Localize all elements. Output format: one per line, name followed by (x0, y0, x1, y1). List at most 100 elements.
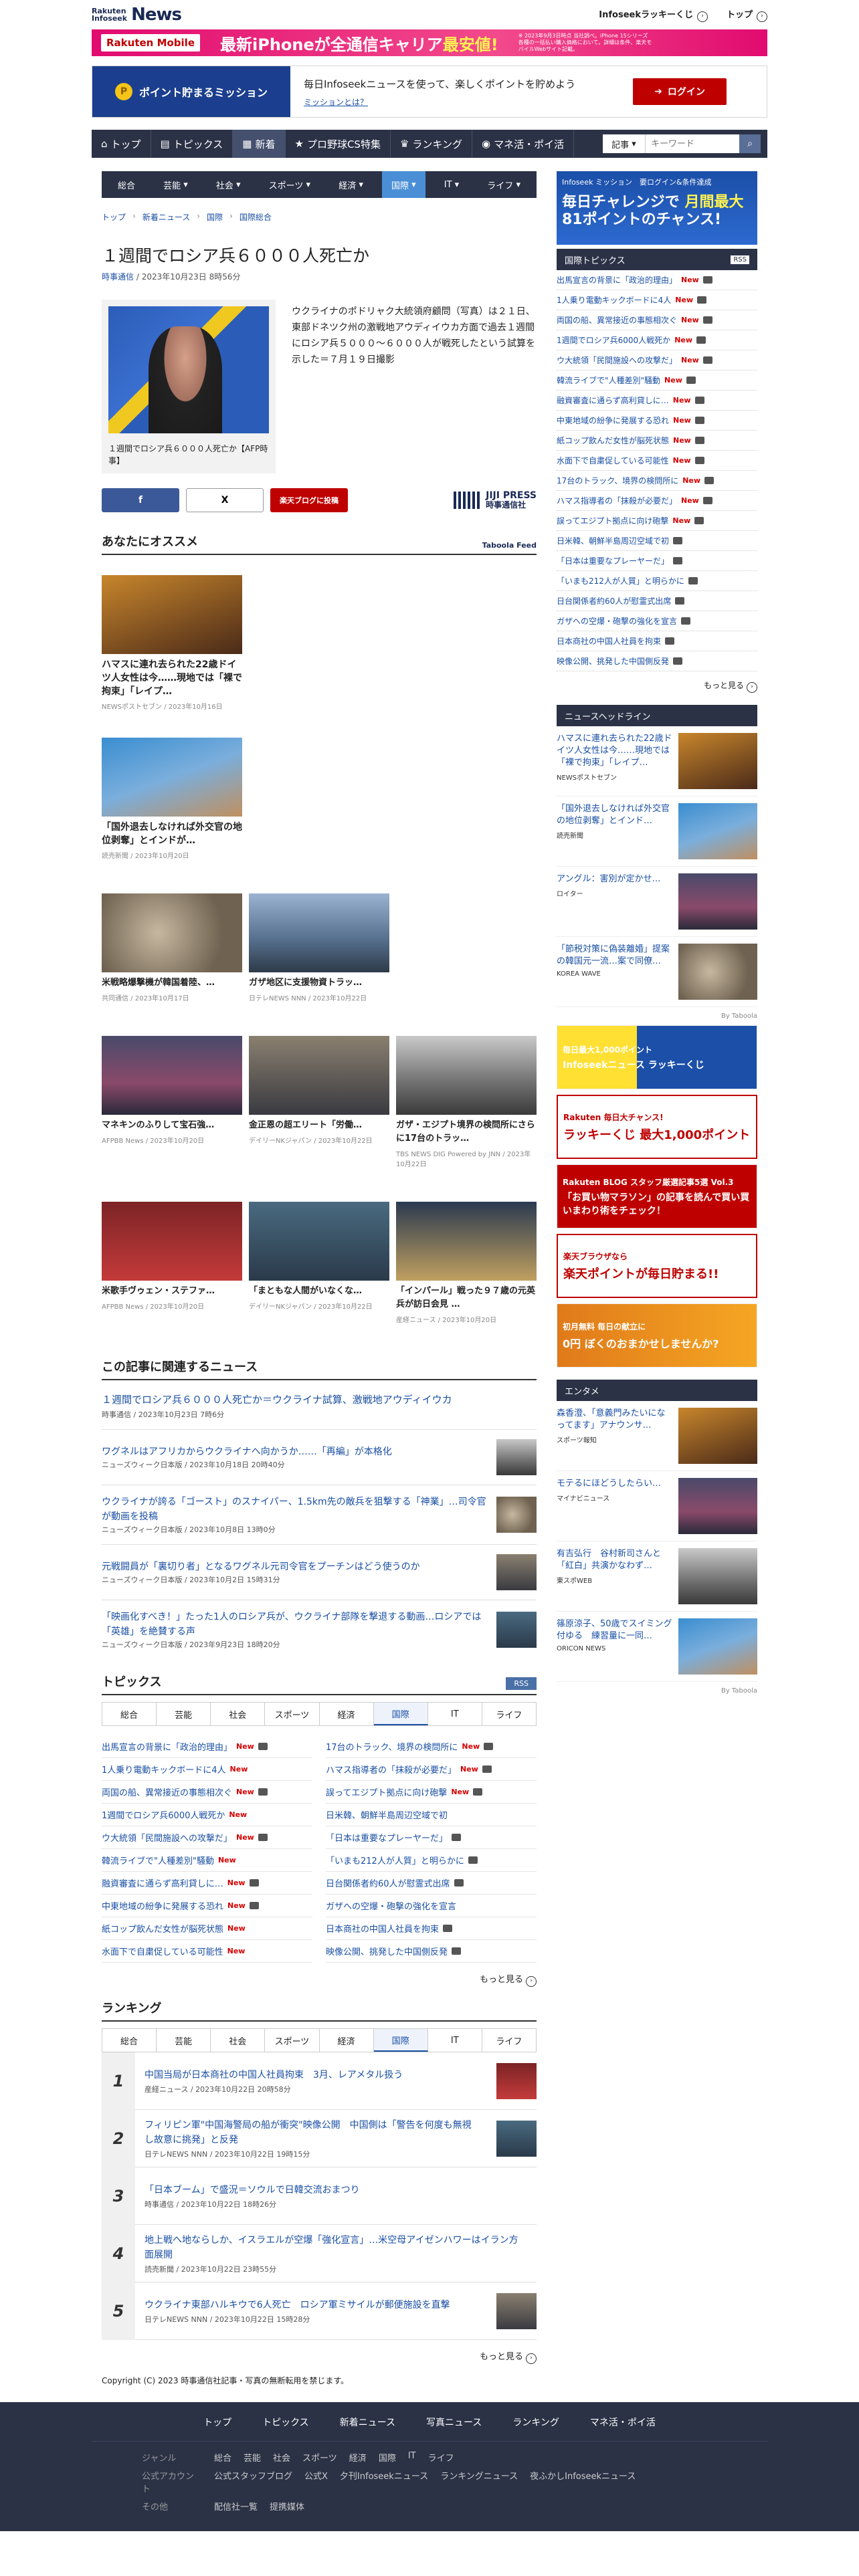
search-input[interactable] (646, 134, 739, 153)
sidebar-topic-item[interactable]: ハマス指導者の「抹殺が必要だ」 New (557, 491, 757, 511)
footer-link[interactable]: IT (408, 2451, 416, 2464)
footer-nav-item[interactable]: 写真ニュース (426, 2416, 482, 2429)
topics-tab-life[interactable]: ライフ (482, 1703, 536, 1725)
article-photo[interactable] (108, 306, 269, 433)
sidebar-topic-item[interactable]: 1週間でロシア兵6000人戦死か New (557, 330, 757, 350)
recommend-card[interactable]: 「まともな人間がいなくな… デイリーNKジャパン / 2023年10月22日 (249, 1202, 389, 1324)
topic-item[interactable]: 誤ってエジプト拠点に向け砲撃 New (326, 1781, 537, 1804)
ranking-tab-sports[interactable]: スポーツ (265, 2029, 320, 2052)
footer-nav-item[interactable]: マネ活・ポイ活 (590, 2416, 656, 2429)
entertainment-item[interactable]: 有吉弘行 谷村新司さんと「紅白」共演かなわず… 東スポWEB (557, 1541, 757, 1612)
topic-item[interactable]: 日本商社の中国人社員を拘束 (326, 1917, 537, 1940)
footer-link[interactable]: 夜ふかしInfoseekニュース (530, 2469, 636, 2494)
footer-link[interactable]: 社会 (273, 2451, 290, 2464)
article-source-link[interactable]: 時事通信 (102, 272, 134, 282)
recommend-card[interactable]: ハマスに連れ去られた22歳ドイツ人女性は今……現地では「裸で拘束」「レイプ… N… (102, 575, 242, 711)
topics-tab-economy[interactable]: 経済 (320, 1703, 374, 1725)
footer-link[interactable]: スポーツ (302, 2451, 337, 2464)
footer-nav-item[interactable]: ランキング (512, 2416, 559, 2429)
sidebar-topic-item[interactable]: 両国の船、異常接近の事態相次ぐ New (557, 310, 757, 330)
search-button[interactable]: ⌕ (739, 134, 761, 153)
rss-button[interactable]: RSS (506, 1677, 537, 1690)
rss-icon[interactable]: RSS (731, 255, 749, 264)
recommend-card[interactable]: 「国外退去しなければ外交官の地位剥奪」とインドが… 読売新聞 / 2023年10… (102, 738, 242, 860)
breadcrumb-international[interactable]: 国際 (207, 211, 223, 223)
footer-link[interactable]: 提携媒体 (270, 2500, 304, 2512)
topic-item[interactable]: 両国の船、異常接近の事態相次ぐ New (102, 1781, 312, 1804)
topic-item[interactable]: 1人乗り電動キックボードに4人 New (102, 1758, 312, 1781)
mission-help-link[interactable]: ミッションとは？ (304, 96, 619, 108)
recommend-card[interactable]: ガザ地区に支援物資トラッ… 日テレNEWS NNN / 2023年10月22日 (249, 893, 389, 1002)
promo-banner-browser[interactable]: 楽天ブラウザなら 楽天ポイントが毎日貯まる!! (557, 1234, 757, 1298)
entertainment-item[interactable]: 森香澄、「意義門みたいになってます」アナウンサ… スポーツ報知 (557, 1401, 757, 1471)
sidebar-topic-item[interactable]: 中東地域の紛争に発展する恐れ New (557, 411, 757, 431)
topics-tab-it[interactable]: IT (428, 1703, 482, 1725)
footer-link[interactable]: 夕刊Infoseekニュース (340, 2469, 428, 2494)
sidebar-topic-item[interactable]: 紙コップ飲んだ女性が脳死状態 New (557, 431, 757, 451)
facebook-share-button[interactable]: f (102, 488, 179, 512)
footer-nav-item[interactable]: 新着ニュース (340, 2416, 395, 2429)
sidebar-topic-item[interactable]: 出馬宣言の背景に「政治的理由」 New (557, 270, 757, 290)
category-tab-entertainment[interactable]: 芸能 ▾ (154, 171, 197, 198)
promo-banner-blog[interactable]: Rakuten BLOG スタッフ厳選記事5選 Vol.3 「お買い物マラソン」の… (557, 1164, 757, 1228)
headline-item[interactable]: 「国外退去しなければ外交官の地位剥奪」とインド… 読売新聞 (557, 796, 757, 867)
topics-tab-entertainment[interactable]: 芸能 (157, 1703, 211, 1725)
topic-item[interactable]: 出馬宣言の背景に「政治的理由」 New (102, 1735, 312, 1758)
related-item[interactable]: 元戦闘員が「裏切り者」となるワグネル元司令官をプーチンはどう使うのか ニューズウィ… (102, 1544, 537, 1600)
login-button[interactable]: ➔ ログイン (633, 78, 727, 105)
ranking-item[interactable]: 2 フィリピン軍"中国海警局の船が衝突"映像公開 中国側は「警告を何度も無視し故意… (102, 2109, 537, 2167)
related-item[interactable]: ワグネルはアフリカからウクライナへ向かうか……「再編」が本格化 ニューズウィーク日… (102, 1429, 537, 1485)
mission-ad[interactable]: Infoseek ミッション 要ログイン&条件達成 毎日チャレンジで 月間最大 8… (557, 171, 757, 245)
topic-item[interactable]: 日米韓、朝鮮半島周辺空域で初 (326, 1804, 537, 1826)
headline-item[interactable]: 「節税対策に偽装離婚」提案の韓国元一流…案で同僚… KOREA WAVE (557, 937, 757, 1007)
sidebar-topic-item[interactable]: 韓流ライブで"人種差別"騒動 New (557, 370, 757, 391)
promo-banner-recipe[interactable]: 初月無料 毎日の献立に 0円 ぼくのおまかせしませんか? (557, 1303, 757, 1368)
ranking-item[interactable]: 5 ウクライナ東部ハルキウで6人死亡 ロシア軍ミサイルが郵便施設を直撃 日テレNEW… (102, 2282, 537, 2340)
footer-link[interactable]: 公式X (304, 2469, 328, 2494)
ranking-tab-general[interactable]: 総合 (102, 2029, 157, 2052)
sidebar-topic-item[interactable]: 映像公開、挑発した中国側反発 (557, 651, 757, 671)
topic-item[interactable]: ガザへの空爆・砲撃の強化を宣言 (326, 1895, 537, 1917)
footer-link[interactable]: 公式スタッフブログ (214, 2469, 292, 2494)
ranking-tab-it[interactable]: IT (428, 2029, 482, 2052)
topic-item[interactable]: 「日本は重要なプレーヤーだ」 (326, 1826, 537, 1849)
mission-label[interactable]: P ポイント貯まるミッション (92, 66, 290, 117)
topics-tab-society[interactable]: 社会 (211, 1703, 266, 1725)
topics-tab-international[interactable]: 国際 (373, 1703, 428, 1725)
category-tab-economy[interactable]: 経済 ▾ (329, 171, 373, 198)
sidebar-topic-item[interactable]: ウ大統領「民間施設への攻撃だ」 New (557, 350, 757, 370)
topic-item[interactable]: 「いまも212人が人質」と明らかに (326, 1849, 537, 1872)
related-item[interactable]: 「映画化すべき！」たった1人のロシア兵が、ウクライナ部隊を撃退する動画…ロシアで… (102, 1600, 537, 1659)
ranking-item[interactable]: 4 地上戦へ地ならしか、イスラエルが空爆「強化宣言」…米空母アイゼンハワーはイラン… (102, 2224, 537, 2282)
topic-item[interactable]: 紙コップ飲んだ女性が脳死状態 New (102, 1917, 312, 1940)
rakuten-blog-share-button[interactable]: 楽天ブログに投稿 (270, 488, 348, 512)
recommend-card[interactable]: 「インパール」戦った９７歳の元英兵が訪日会見 … 産経ニュース / 2023年10… (396, 1202, 537, 1324)
sidebar-topic-item[interactable]: 「いまも212人が人質」と明らかに (557, 571, 757, 591)
lottery-link[interactable]: Infoseekラッキーくじ › (599, 7, 708, 22)
recommend-card[interactable]: ガザ・エジプト境界の検問所にさらに17台のトラッ… TBS NEWS DIG Po… (396, 1036, 537, 1168)
footer-nav-item[interactable]: トップ (203, 2416, 231, 2429)
category-tab-society[interactable]: 社会 ▾ (207, 171, 250, 198)
sidebar-topic-item[interactable]: 日台関係者約60人が慰霊式出席 (557, 591, 757, 611)
sidebar-more-link[interactable]: もっと見る › (557, 679, 757, 693)
topic-item[interactable]: 日台関係者約60人が慰霊式出席 (326, 1872, 537, 1895)
promo-banner-lucky[interactable]: Rakuten 毎日大チャンス! ラッキーくじ 最大1,000ポイント (557, 1095, 757, 1159)
top-link[interactable]: トップ › (727, 7, 767, 22)
sidebar-topic-item[interactable]: 誤ってエジプト拠点に向け砲撃 New (557, 511, 757, 531)
category-tab-general[interactable]: 総合 (108, 171, 145, 198)
related-item[interactable]: ウクライナが誇る「ゴースト」のスナイパー、1.5km先の敵兵を狙撃する「神業」…… (102, 1485, 537, 1544)
breadcrumb-top[interactable]: トップ (102, 211, 126, 223)
related-main-item[interactable]: １週間でロシア兵６０００人死亡か＝ウクライナ試算、激戦地アウディイウカ 時事通信… (102, 1392, 537, 1420)
ranking-tab-society[interactable]: 社会 (211, 2029, 266, 2052)
rakuten-mobile-ad-banner[interactable]: Rakuten Mobile 最新iPhoneが全通信キャリア最安値! ※ 20… (92, 29, 767, 56)
ranking-tab-international[interactable]: 国際 (373, 2029, 428, 2052)
global-nav-topics[interactable]: ▤ トピックス (151, 130, 233, 158)
recommend-card[interactable]: 米戦略爆撃機が韓国着陸、… 共同通信 / 2023年10月17日 (102, 893, 242, 1002)
x-share-button[interactable]: X (186, 488, 264, 512)
ranking-item[interactable]: 3 「日本ブーム」で盛況＝ソウルで日韓交流おまつり 時事通信 / 2023年10月2… (102, 2167, 537, 2225)
category-tab-sports[interactable]: スポーツ ▾ (260, 171, 320, 198)
sidebar-topic-item[interactable]: ガザへの空爆・砲撃の強化を宣言 (557, 611, 757, 631)
footer-link[interactable]: 配信社一覧 (214, 2500, 258, 2512)
recommend-card[interactable]: 金正恩の超エリート「労働… デイリーNKジャパン / 2023年10月22日 (249, 1036, 389, 1168)
headline-item[interactable]: ハマスに連れ去られた22歳ドイツ人女性は今……現地では「裸で拘束」「レイプ… NE… (557, 726, 757, 796)
